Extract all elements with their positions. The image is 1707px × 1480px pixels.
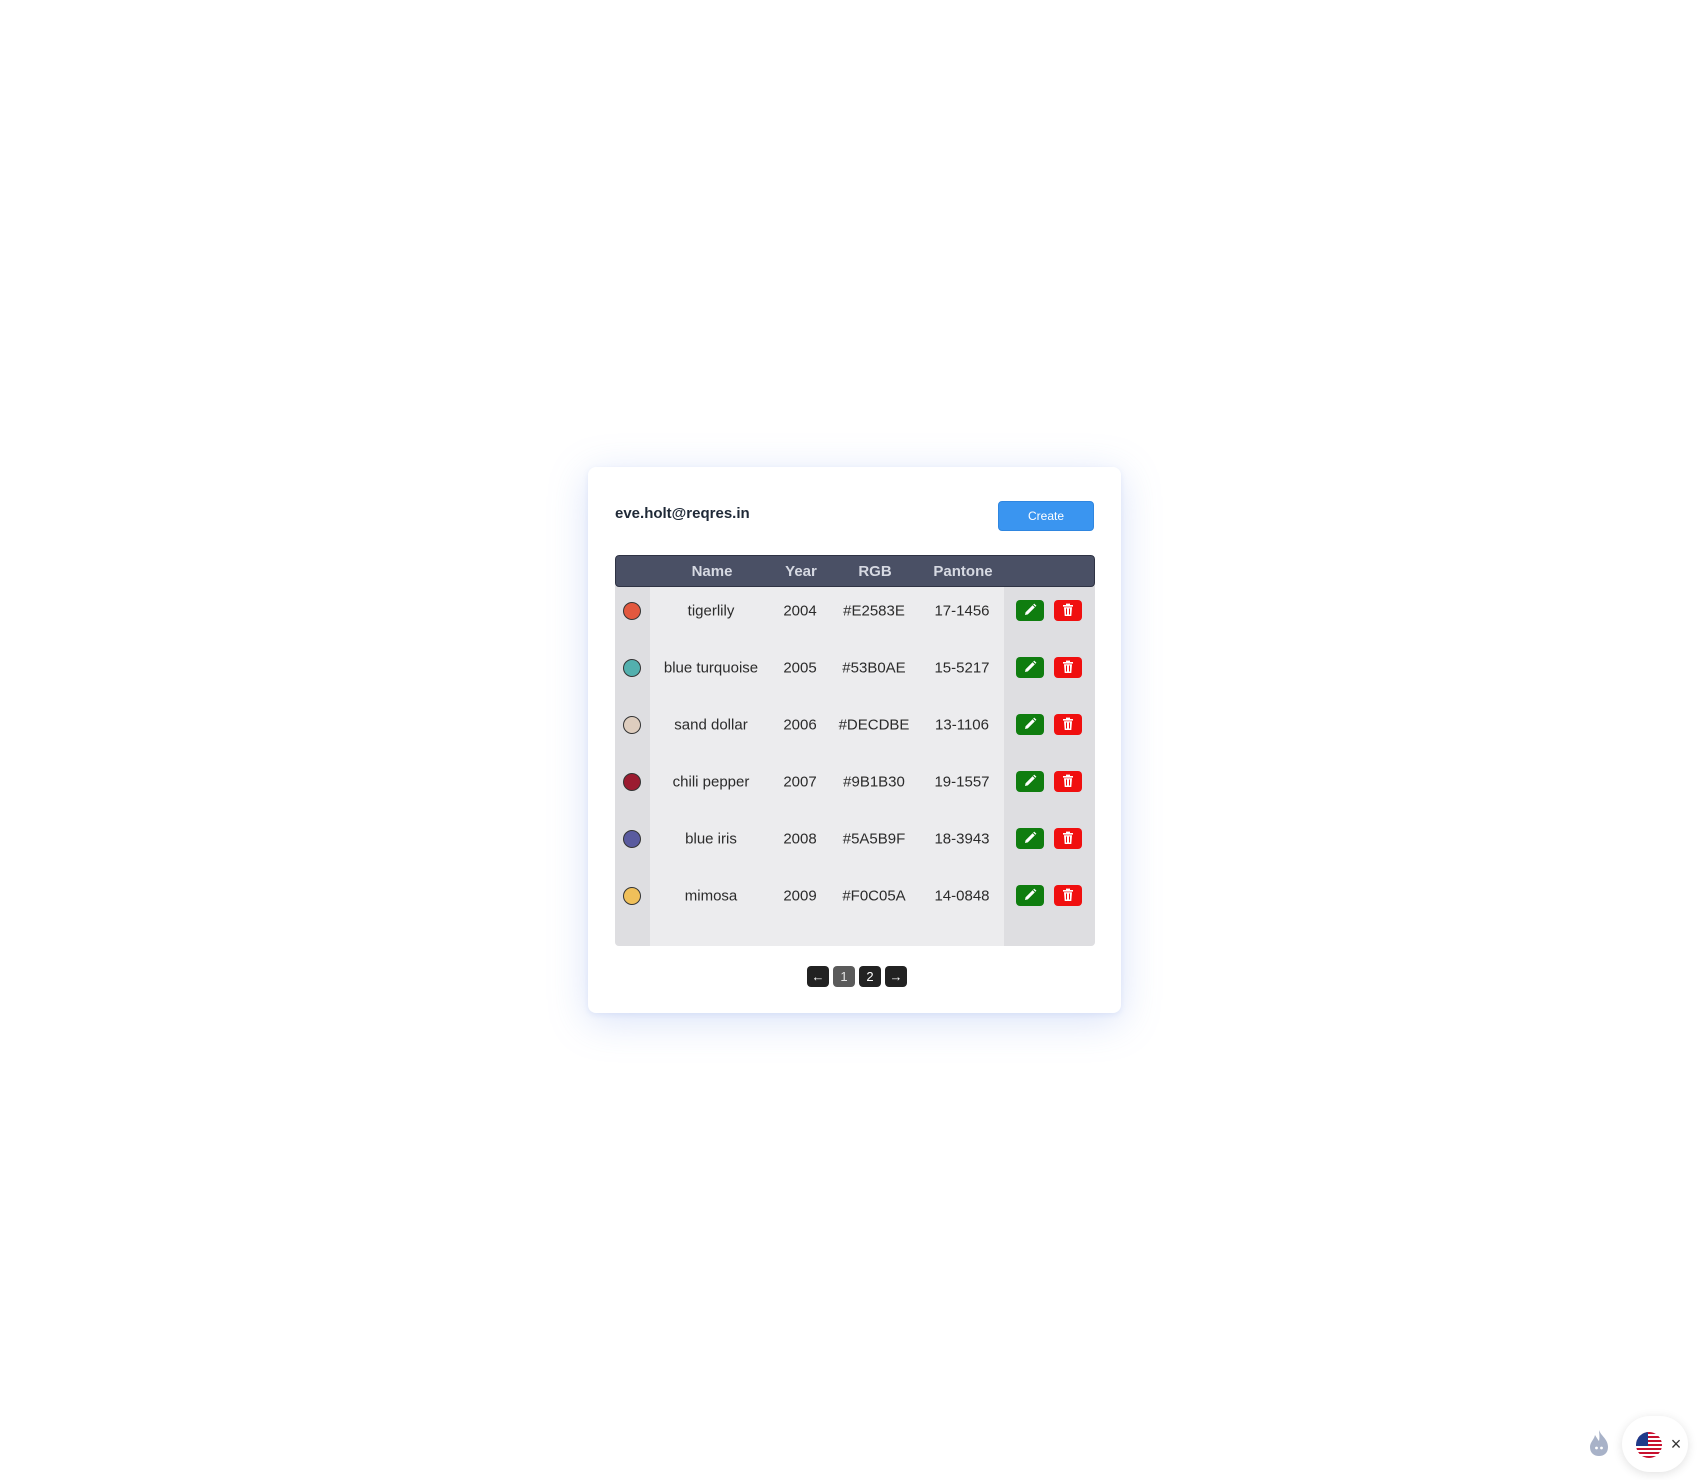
cell-year: 2007 [783, 773, 817, 790]
cell-name: blue turquoise [663, 659, 759, 676]
cell-pantone: 13-1106 [935, 716, 989, 733]
page-2-button[interactable]: 2 [859, 966, 881, 987]
cell-year: 2004 [783, 602, 817, 619]
trash-icon [1063, 717, 1073, 730]
delete-button[interactable] [1054, 713, 1082, 735]
pencil-icon [1025, 831, 1037, 843]
pencil-icon [1025, 888, 1037, 900]
cell-name: tigerlily [687, 602, 735, 619]
delete-button[interactable] [1054, 827, 1082, 849]
delete-button[interactable] [1054, 770, 1082, 792]
create-button[interactable]: Create [998, 501, 1094, 531]
cell-pantone: 15-5217 [934, 659, 990, 676]
column-header-year: Year [785, 563, 817, 580]
table-row: blue iris 2008 #5A5B9F 18-3943 [615, 810, 1095, 867]
next-page-button[interactable]: → [885, 966, 907, 987]
pencil-icon [1025, 717, 1037, 729]
column-header-pantone: Pantone [933, 563, 993, 580]
edit-button[interactable] [1016, 713, 1044, 735]
cell-rgb: #E2583E [843, 602, 905, 619]
trash-icon [1063, 831, 1073, 844]
cell-name: sand dollar [674, 716, 748, 733]
cell-name: blue iris [685, 830, 737, 847]
cell-rgb: #F0C05A [842, 887, 906, 904]
us-flag-icon[interactable] [1636, 1432, 1662, 1458]
color-swatch [623, 601, 641, 620]
edit-button[interactable] [1016, 827, 1044, 849]
cell-year: 2009 [783, 887, 817, 904]
color-swatch [623, 886, 641, 905]
trash-icon [1063, 888, 1073, 901]
colors-card: eve.holt@reqres.in Create aqua sky2003#7… [588, 467, 1121, 1013]
delete-button[interactable] [1054, 884, 1082, 906]
edit-button[interactable] [1016, 770, 1044, 792]
cell-year: 2006 [783, 716, 817, 733]
delete-button[interactable] [1054, 599, 1082, 621]
cell-name: mimosa [684, 887, 738, 904]
cell-pantone: 14-0848 [934, 887, 990, 904]
pencil-icon [1025, 603, 1037, 615]
table-header: Name Year RGB Pantone [615, 555, 1095, 587]
pagination: ← 1 2 → [807, 966, 907, 988]
table-row: chili pepper 2007 #9B1B30 19-1557 [615, 753, 1095, 810]
cell-pantone: 18-3943 [934, 830, 990, 847]
table-body: aqua sky2003#7BC4C414-4811tigerlily2004#… [615, 555, 1095, 946]
cell-rgb: #9B1B30 [843, 773, 905, 790]
table-row: tigerlily 2004 #E2583E 17-1456 [615, 582, 1095, 639]
color-swatch [623, 829, 641, 848]
close-icon[interactable]: × [1668, 1435, 1684, 1453]
cell-pantone: 19-1557 [934, 773, 990, 790]
cell-rgb: #53B0AE [842, 659, 906, 676]
table-row: sand dollar 2006 #DECDBE 13-1106 [615, 696, 1095, 753]
cell-year: 2008 [783, 830, 817, 847]
column-header-name: Name [691, 563, 733, 580]
color-swatch [623, 772, 641, 791]
fire-icon[interactable] [1586, 1428, 1612, 1458]
cell-rgb: #5A5B9F [842, 830, 906, 847]
page-1-button[interactable]: 1 [833, 966, 855, 987]
pencil-icon [1025, 660, 1037, 672]
table-row: blue turquoise 2005 #53B0AE 15-5217 [615, 639, 1095, 696]
trash-icon [1063, 774, 1073, 787]
delete-button[interactable] [1054, 656, 1082, 678]
color-swatch [623, 658, 641, 677]
pencil-icon [1025, 774, 1037, 786]
cell-pantone: 17-1456 [934, 602, 990, 619]
cell-year: 2005 [783, 659, 817, 676]
edit-button[interactable] [1016, 599, 1044, 621]
edit-button[interactable] [1016, 884, 1044, 906]
cell-name: chili pepper [672, 773, 750, 790]
cell-rgb: #DECDBE [838, 716, 910, 733]
prev-page-button[interactable]: ← [807, 966, 829, 987]
colors-table[interactable]: aqua sky2003#7BC4C414-4811tigerlily2004#… [615, 555, 1095, 946]
column-header-rgb: RGB [858, 563, 892, 580]
color-swatch [623, 715, 641, 734]
trash-icon [1063, 660, 1073, 673]
edit-button[interactable] [1016, 656, 1044, 678]
user-email: eve.holt@reqres.in [615, 505, 750, 522]
table-row: mimosa 2009 #F0C05A 14-0848 [615, 867, 1095, 924]
trash-icon [1063, 603, 1073, 616]
